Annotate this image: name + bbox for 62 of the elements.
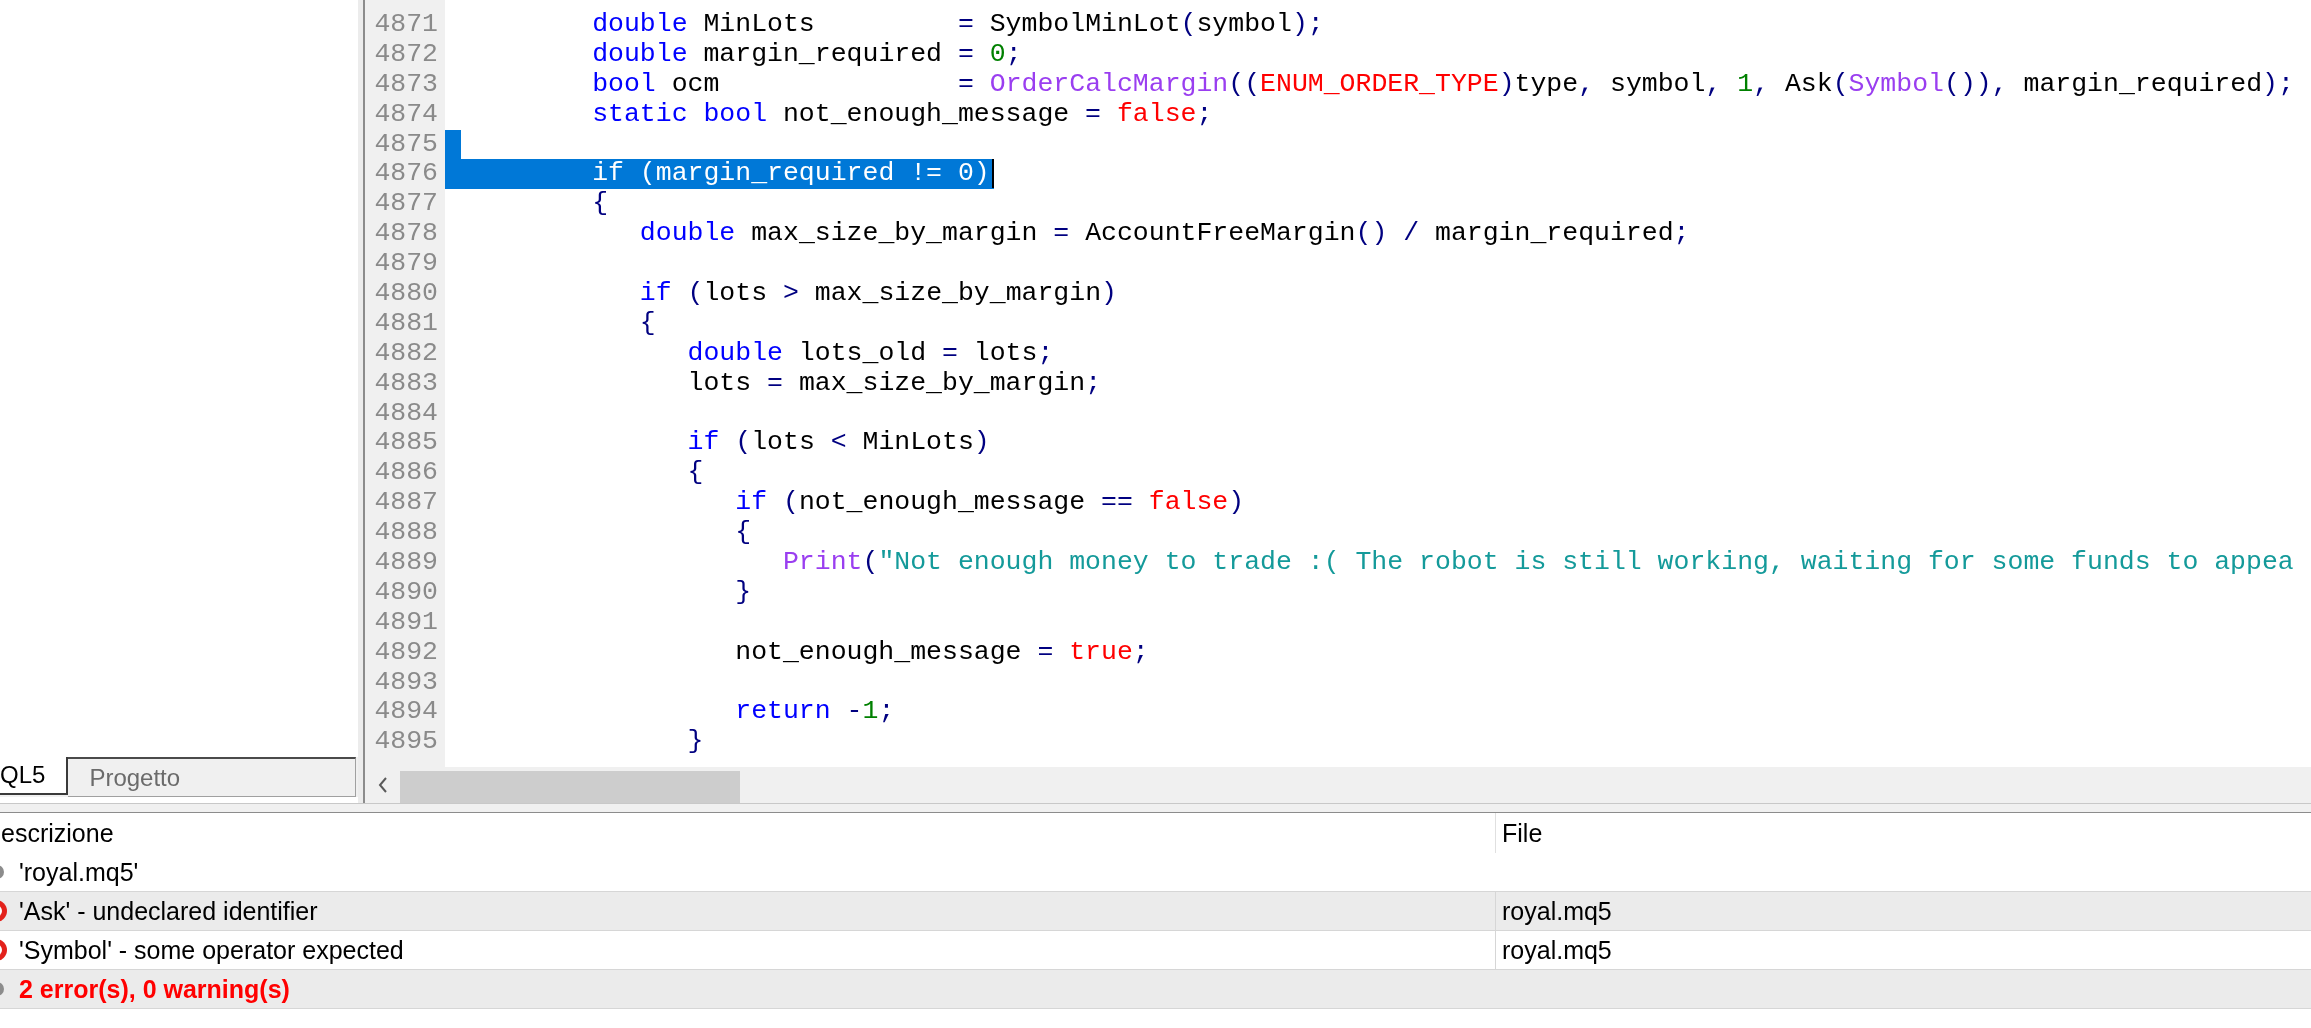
line-number: 4879 xyxy=(374,249,438,280)
column-header[interactable]: File xyxy=(1495,813,2311,853)
code-line: { xyxy=(639,308,656,339)
line-number: 4885 xyxy=(374,428,438,459)
code-line: if (lots > max_size_by_margin) xyxy=(639,279,1117,309)
line-number: 4890 xyxy=(374,577,438,608)
code-line: static bool not_enough_message = false; xyxy=(592,99,1213,130)
line-number: 4882 xyxy=(374,338,438,369)
file-name: royal.mq5 xyxy=(1495,892,2311,930)
code-line: double margin_required = 0; xyxy=(592,39,1022,70)
code-line: } xyxy=(735,577,752,608)
code-line: if (lots < MinLots) xyxy=(687,428,990,459)
code-line: not_enough_message = true; xyxy=(735,637,1149,668)
code-line: double lots_old = lots; xyxy=(687,338,1054,369)
line-number: 4893 xyxy=(374,667,438,698)
line-number: 4877 xyxy=(374,189,438,220)
error-icon xyxy=(0,899,7,923)
horizontal-scrollbar[interactable] xyxy=(365,767,2311,803)
message-row[interactable]: 'Ask' - undeclared identifier royal.mq5 xyxy=(0,892,2311,931)
message-text: 'Ask' - undeclared identifier xyxy=(19,896,318,926)
line-number: 4878 xyxy=(374,219,438,250)
line-number: 4895 xyxy=(374,727,438,758)
panel-splitter[interactable] xyxy=(358,0,365,803)
line-number: 4889 xyxy=(374,548,438,578)
line-number: 4874 xyxy=(374,99,438,130)
line-number: 4871 xyxy=(374,10,438,40)
code-line: Print("Not enough money to trade :( The robot is still working, waiting for some funds to appea xyxy=(782,548,2294,578)
code-line: { xyxy=(687,458,704,489)
panel-splitter[interactable] xyxy=(0,803,2311,813)
line-number: 4891 xyxy=(374,607,438,638)
line-number: 4873 xyxy=(374,69,438,100)
line-number: 4876 xyxy=(374,159,438,190)
code-line: return -1; xyxy=(735,697,895,728)
code-line: if (not_enough_message == false) xyxy=(735,488,1245,519)
chevron-left-icon xyxy=(377,777,388,793)
line-number: 4872 xyxy=(374,39,438,70)
column-header[interactable]: escrizione xyxy=(0,813,114,853)
message-text: 'royal.mq5' xyxy=(19,857,139,887)
line-number: 4875 xyxy=(374,129,438,160)
code-line: { xyxy=(592,189,609,220)
code-line: { xyxy=(735,518,752,549)
message-text: 2 error(s), 0 warning(s) xyxy=(19,974,290,1004)
scrollbar-thumb[interactable] xyxy=(400,771,740,803)
line-number: 4894 xyxy=(374,697,438,728)
code-line: if (margin_required != 0) xyxy=(592,159,990,190)
sidebar-tab[interactable]: Progetto xyxy=(68,757,356,797)
file-name: royal.mq5 xyxy=(1495,931,2311,969)
line-number: 4887 xyxy=(374,488,438,519)
line-number: 4880 xyxy=(374,279,438,309)
line-number: 4888 xyxy=(374,518,438,549)
code-line: bool ocm = OrderCalcMargin((ENUM_ORDER_TYPE)type, symbol, 1, Ask(Symbol()), margin_required); xyxy=(592,69,2294,100)
line-number: 4883 xyxy=(374,368,438,399)
line-number: 4884 xyxy=(374,398,438,429)
code-line: double MinLots = SymbolMinLot(symbol); xyxy=(592,10,1324,40)
code-line: double max_size_by_margin = AccountFreeMargin() / margin_required; xyxy=(639,219,1690,250)
sidebar-tab[interactable]: QL5 xyxy=(0,757,69,795)
code-line: lots = max_size_by_margin; xyxy=(687,368,1102,399)
line-number: 4886 xyxy=(374,458,438,489)
line-number: 4881 xyxy=(374,308,438,339)
message-text: 'Symbol' - some operator expected xyxy=(19,935,404,965)
line-number: 4892 xyxy=(374,637,438,668)
code-line: } xyxy=(687,727,704,758)
